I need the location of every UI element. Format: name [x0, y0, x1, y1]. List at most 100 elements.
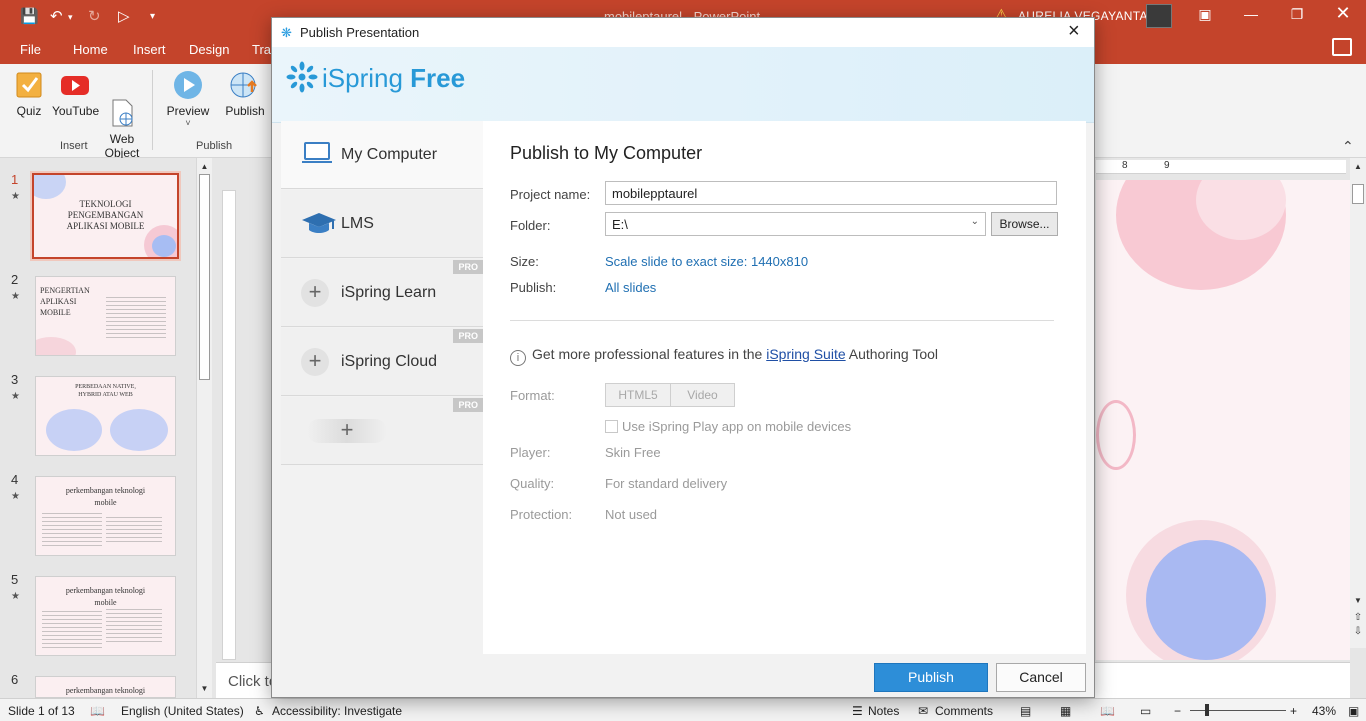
comments-icon[interactable] [1332, 38, 1352, 56]
scrollbar-thumb[interactable] [1352, 184, 1364, 204]
accessibility-icon[interactable]: ♿ [254, 704, 265, 718]
thumbnails-scrollbar[interactable]: ▲ ▼ [196, 158, 212, 698]
quality-value: For standard delivery [605, 476, 728, 491]
folder-select[interactable]: E:\ ⌄ [605, 212, 986, 236]
accessibility-status[interactable]: Accessibility: Investigate [272, 704, 402, 718]
browse-button[interactable]: Browse... [991, 212, 1058, 236]
animation-star-icon: ★ [11, 591, 20, 602]
nav-lms[interactable]: LMS [281, 190, 483, 258]
undo-dropdown-icon[interactable]: ▾ [68, 8, 73, 26]
window-close-icon[interactable]: ✕ [1328, 3, 1358, 24]
brand-name-bold: Free [410, 63, 466, 93]
nav-ispring-learn[interactable]: PRO + iSpring Learn [281, 259, 483, 327]
slide-thumbnail[interactable]: perkembangan teknologi mobile [35, 476, 176, 556]
menu-design[interactable]: Design [189, 42, 229, 57]
slide-thumbnail[interactable]: PENGERTIAN APLIKASI MOBILE [35, 276, 176, 356]
slide-thumbnail[interactable]: TEKNOLOGI PENGEMBANGAN APLIKASI MOBILE [30, 171, 181, 261]
ispring-gear-icon: ❋ [281, 25, 292, 40]
group-label-publish: Publish [196, 140, 233, 152]
customize-toolbar-icon[interactable]: ▾ [150, 8, 155, 26]
scroll-up-icon[interactable]: ▲ [197, 162, 212, 171]
ispring-suite-link[interactable]: iSpring Suite [766, 346, 845, 362]
scroll-down-icon[interactable]: ▼ [1350, 596, 1366, 605]
publish-submit-button[interactable]: Publish [874, 663, 988, 692]
zoom-in-icon[interactable]: + [1290, 704, 1297, 718]
avatar[interactable] [1146, 4, 1172, 28]
slide-number: 3 [11, 372, 19, 387]
previous-slide-icon[interactable]: ⇧ [1350, 612, 1366, 623]
slide-scrollbar[interactable]: ▲ ▼ ⇧ ⇩ [1350, 158, 1366, 648]
menu-insert[interactable]: Insert [133, 42, 166, 57]
web-object-button[interactable]: Web Object [104, 70, 140, 160]
menu-file[interactable]: File [20, 42, 41, 57]
dialog-close-icon[interactable]: × [1068, 20, 1080, 43]
scroll-up-icon[interactable]: ▲ [1350, 162, 1366, 171]
undo-icon[interactable]: ↶ [50, 8, 63, 26]
fit-to-window-icon[interactable]: ▣ [1348, 704, 1359, 718]
notes-placeholder[interactable]: Click to [228, 673, 277, 690]
spelling-icon[interactable]: 📖 [90, 704, 105, 718]
scrollbar-thumb[interactable] [199, 174, 210, 380]
size-link[interactable]: Scale slide to exact size: 1440x810 [605, 254, 808, 269]
cancel-button[interactable]: Cancel [996, 663, 1086, 692]
slide-thumbnail-title: perkembangan teknologi mobile [65, 486, 146, 507]
format-video-option[interactable]: Video [670, 383, 735, 407]
next-slide-icon[interactable]: ⇩ [1350, 626, 1366, 637]
youtube-label: YouTube [52, 104, 100, 118]
animation-star-icon: ★ [11, 191, 20, 202]
slide-sorter-icon[interactable]: ▦ [1060, 704, 1071, 718]
publish-range-link[interactable]: All slides [605, 280, 656, 295]
redo-icon[interactable]: ↻ [88, 8, 101, 26]
minimize-icon[interactable]: — [1236, 6, 1266, 22]
animation-star-icon: ★ [11, 291, 20, 302]
slideshow-icon[interactable]: ▭ [1140, 704, 1151, 718]
zoom-level[interactable]: 43% [1312, 704, 1336, 718]
slide-thumbnail-title: perkembangan teknologi [65, 686, 146, 695]
slide-thumbnail[interactable]: perkembangan teknologi [35, 676, 176, 698]
reading-view-icon[interactable]: 📖 [1100, 704, 1115, 718]
publish-label: Publish [225, 104, 265, 118]
nav-my-computer[interactable]: My Computer [281, 121, 483, 189]
ribbon-display-options-icon[interactable]: ▣ [1190, 6, 1220, 23]
start-from-beginning-icon[interactable]: ▷ [118, 8, 130, 26]
quality-label: Quality: [510, 476, 555, 491]
slide-thumbnail-title: perkembangan teknologi mobile [65, 586, 146, 607]
youtube-button[interactable]: YouTube [52, 70, 100, 118]
panel-heading: Publish to My Computer [510, 143, 703, 163]
quiz-button[interactable]: Quiz [12, 70, 46, 118]
publish-destinations-nav: My Computer LMS PRO + iSpring Learn PRO … [281, 121, 483, 465]
language-status[interactable]: English (United States) [121, 704, 244, 718]
collapse-ribbon-icon[interactable]: ⌃ [1342, 138, 1354, 155]
animation-star-icon: ★ [11, 391, 20, 402]
ribbon-separator [152, 70, 153, 150]
ispring-play-checkbox-label[interactable]: Use iSpring Play app on mobile devices [622, 419, 851, 434]
slide-thumbnail[interactable]: perkembangan teknologi mobile [35, 576, 176, 656]
zoom-slider-thumb[interactable] [1205, 704, 1209, 716]
preview-button[interactable]: Preview ˅ [166, 70, 210, 128]
publish-button[interactable]: Publish [222, 70, 268, 118]
graduation-cap-icon [301, 210, 337, 239]
format-html5-option[interactable]: HTML5 [605, 383, 671, 407]
normal-view-icon[interactable]: ▤ [1020, 704, 1031, 718]
nav-ispring-cloud[interactable]: PRO + iSpring Cloud [281, 328, 483, 396]
notes-button[interactable]: Notes [868, 704, 899, 718]
zoom-out-icon[interactable]: − [1174, 704, 1181, 718]
notes-icon[interactable]: ☰ [852, 704, 863, 718]
comments-button[interactable]: Comments [935, 704, 993, 718]
slide-thumbnail-title: PERBEDAAN NATIVE, HYBRID ATAU WEB [75, 384, 136, 398]
scroll-down-icon[interactable]: ▼ [197, 684, 212, 693]
project-name-input[interactable]: mobilepptaurel [605, 181, 1057, 205]
plus-icon: + [301, 279, 329, 307]
preview-dropdown-icon[interactable]: ˅ [166, 118, 210, 128]
comments-status-icon[interactable]: ✉ [918, 704, 928, 718]
upgrade-info-suffix: Authoring Tool [848, 346, 938, 362]
restore-icon[interactable]: ❐ [1282, 6, 1312, 23]
publish-icon [230, 70, 260, 100]
nav-more-destinations[interactable]: PRO + [281, 397, 483, 465]
project-name-label: Project name: [510, 187, 591, 202]
save-icon[interactable]: 💾 [20, 8, 39, 26]
slide-canvas[interactable] [1096, 180, 1350, 660]
ispring-play-checkbox[interactable] [605, 420, 618, 433]
slide-thumbnail[interactable]: PERBEDAAN NATIVE, HYBRID ATAU WEB [35, 376, 176, 456]
menu-home[interactable]: Home [73, 42, 108, 57]
